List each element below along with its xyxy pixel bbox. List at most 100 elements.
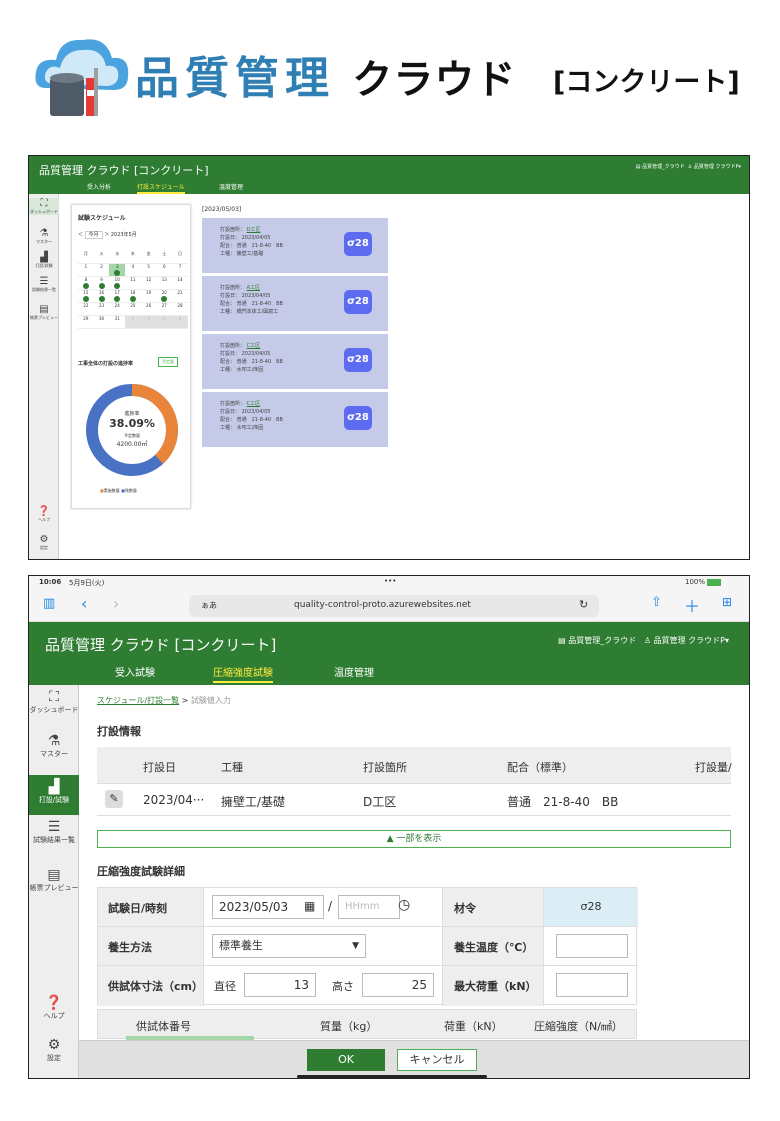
calendar-day[interactable]: 14 — [172, 277, 188, 290]
user-menu[interactable]: 品質管理 クラウドP — [654, 636, 725, 645]
calendar-day[interactable]: 13 — [156, 277, 173, 290]
pour-card[interactable]: 打設箇所： C工区 打設日： 2023/04/05 配合： 普通 21-8-40 B… — [202, 392, 388, 447]
calendar-day[interactable]: 6 — [156, 264, 173, 277]
org-name[interactable]: 品質管理_クラウド — [568, 636, 636, 645]
sidebar-item-master[interactable]: ⚗ マスター — [29, 733, 79, 769]
calendar-day[interactable]: 23 — [93, 303, 110, 316]
calendar-day[interactable]: 2 — [140, 316, 157, 329]
card-place-link[interactable]: C工区 — [247, 401, 261, 407]
calendar-day[interactable]: 15 — [78, 290, 94, 303]
calendar-day[interactable]: 29 — [78, 316, 94, 329]
calendar-day[interactable]: 24 — [109, 303, 126, 316]
calendar-day[interactable]: 27 — [156, 303, 173, 316]
calendar-day[interactable]: 12 — [140, 277, 157, 290]
diameter-input[interactable]: 13 — [244, 973, 316, 997]
max-load-input[interactable] — [556, 973, 628, 997]
sidebar-item-results[interactable]: ☰ 試験結果一覧 — [29, 276, 59, 293]
app-brand[interactable]: 品質管理 クラウド [コンクリート] — [45, 634, 276, 655]
calendar-day[interactable]: 28 — [172, 303, 188, 316]
new-tab-icon[interactable]: ＋ — [684, 593, 700, 617]
sidebar-item-settings[interactable]: ⚙ 設定 — [29, 1037, 79, 1069]
sigma28-badge[interactable]: σ28 — [344, 232, 372, 256]
pour-card[interactable]: 打設箇所： C工区 打設日： 2023/04/05 配合： 普通 21-8-40 B… — [202, 334, 388, 389]
calendar-day[interactable]: 10 — [109, 277, 126, 290]
sidebar-item-help[interactable]: ❓ ヘルプ — [29, 506, 59, 523]
planned-amount-button[interactable]: 予定量 — [158, 357, 178, 367]
show-partial-toggle[interactable]: ▲ 一部を表示 — [97, 830, 731, 848]
calendar-day[interactable]: 5 — [140, 264, 157, 277]
calendar-day[interactable]: 26 — [140, 303, 157, 316]
calendar-day[interactable]: 16 — [93, 290, 110, 303]
calendar-day[interactable]: 21 — [172, 290, 188, 303]
edit-pencil-icon[interactable]: ✎ — [105, 790, 123, 808]
tab-temperature[interactable]: 温度管理 — [219, 182, 243, 191]
calendar-day[interactable]: 31 — [109, 316, 126, 329]
curing-method-select[interactable]: 標準養生 ▼ — [212, 934, 366, 958]
sidebar-item-master[interactable]: ⚗ マスター — [29, 228, 59, 245]
forward-icon[interactable]: › — [113, 594, 119, 613]
reload-icon[interactable]: ↻ — [579, 598, 588, 611]
sidebar-toggle-icon[interactable]: ▥ — [43, 596, 55, 611]
card-place-link[interactable]: C工区 — [247, 343, 261, 349]
sidebar-item-report[interactable]: ▤ 帳票プレビュー — [29, 304, 59, 321]
calendar-day[interactable]: 3 — [109, 264, 126, 277]
address-bar[interactable]: ぁあ quality-control-proto.azurewebsites.n… — [189, 595, 599, 617]
calendar-day[interactable]: 2 — [93, 264, 110, 277]
calendar-day[interactable]: 1 — [78, 264, 94, 277]
app-brand[interactable]: 品質管理 クラウド [コンクリート] — [39, 162, 209, 178]
tab-pour-schedule[interactable]: 打設スケジュール — [137, 182, 185, 194]
pour-card[interactable]: 打設箇所： D工区 打設日： 2023/04/05 配合： 普通 21-8-40 B… — [202, 218, 388, 273]
card-place-link[interactable]: A工区 — [247, 285, 260, 291]
card-place-link[interactable]: D工区 — [247, 227, 261, 233]
clock-icon[interactable]: ◷ — [398, 897, 410, 913]
calendar-day[interactable]: 3 — [156, 316, 173, 329]
calendar-day[interactable]: 4 — [172, 316, 188, 329]
calendar-day[interactable]: 22 — [78, 303, 94, 316]
org-name[interactable]: 品質管理_クラウド — [642, 164, 685, 170]
curing-temp-input[interactable] — [556, 934, 628, 958]
calendar-day[interactable]: 11 — [125, 277, 141, 290]
sigma28-badge[interactable]: σ28 — [344, 348, 372, 372]
tab-compression-test[interactable]: 圧縮強度試験 — [213, 664, 273, 683]
calendar-day[interactable]: 25 — [125, 303, 141, 316]
next-month-icon[interactable]: ＞ — [104, 232, 109, 238]
pour-card[interactable]: 打設箇所： A工区 打設日： 2023/04/05 配合： 普通 21-8-40 B… — [202, 276, 388, 331]
tab-receive-test[interactable]: 受入試験 — [115, 664, 155, 679]
sidebar-item-report[interactable]: ▤ 帳票プレビュー — [29, 867, 79, 907]
sidebar-item-dashboard[interactable]: ⛶ ダッシュボード — [29, 198, 59, 215]
sigma28-badge[interactable]: σ28 — [344, 290, 372, 314]
ok-button[interactable]: OK — [307, 1049, 385, 1071]
calendar-day[interactable]: 17 — [109, 290, 126, 303]
breadcrumb-link[interactable]: スケジュール/打設一覧 — [97, 696, 179, 705]
user-menu[interactable]: 品質管理 クラウドP — [694, 164, 739, 170]
calendar-day[interactable]: 1 — [125, 316, 141, 329]
tab-receive-analysis[interactable]: 受入分析 — [87, 182, 111, 191]
sigma28-badge[interactable]: σ28 — [344, 406, 372, 430]
calendar-day[interactable]: 18 — [125, 290, 141, 303]
share-icon[interactable]: ⇧ — [651, 595, 662, 610]
height-input[interactable]: 25 — [362, 973, 434, 997]
sidebar-item-dashboard[interactable]: ⛶ ダッシュボード — [29, 689, 79, 729]
tab-temperature[interactable]: 温度管理 — [334, 664, 374, 679]
back-icon[interactable]: ‹ — [81, 594, 87, 613]
calendar-day[interactable]: 19 — [140, 290, 157, 303]
sidebar-item-results[interactable]: ☰ 試験結果一覧 — [29, 819, 79, 859]
calendar-day[interactable]: 8 — [78, 277, 94, 290]
test-time-input[interactable]: HHmm — [338, 895, 400, 919]
calendar-day[interactable]: 7 — [172, 264, 188, 277]
cancel-button[interactable]: キャンセル — [397, 1049, 477, 1071]
prev-month-icon[interactable]: ＜ — [78, 232, 83, 238]
calendar-day[interactable]: 20 — [156, 290, 173, 303]
sidebar-item-pour[interactable]: ▟ 打設/試験 — [29, 252, 59, 269]
sidebar-item-pour[interactable]: ▟ 打設/試験 — [29, 775, 79, 815]
sidebar-item-help[interactable]: ❓ ヘルプ — [29, 995, 79, 1027]
calendar-day[interactable]: 30 — [93, 316, 110, 329]
calendar-day[interactable]: 9 — [93, 277, 110, 290]
tabs-icon[interactable]: ⊞ — [722, 595, 732, 609]
url-text[interactable]: quality-control-proto.azurewebsites.net — [294, 600, 471, 610]
calendar-day[interactable]: 4 — [125, 264, 141, 277]
text-size-button[interactable]: ぁあ — [201, 600, 217, 611]
this-month-button[interactable]: 今月 — [84, 231, 103, 239]
sidebar-item-settings[interactable]: ⚙ 設定 — [29, 534, 59, 551]
calendar-icon[interactable]: ▦ — [304, 899, 315, 913]
